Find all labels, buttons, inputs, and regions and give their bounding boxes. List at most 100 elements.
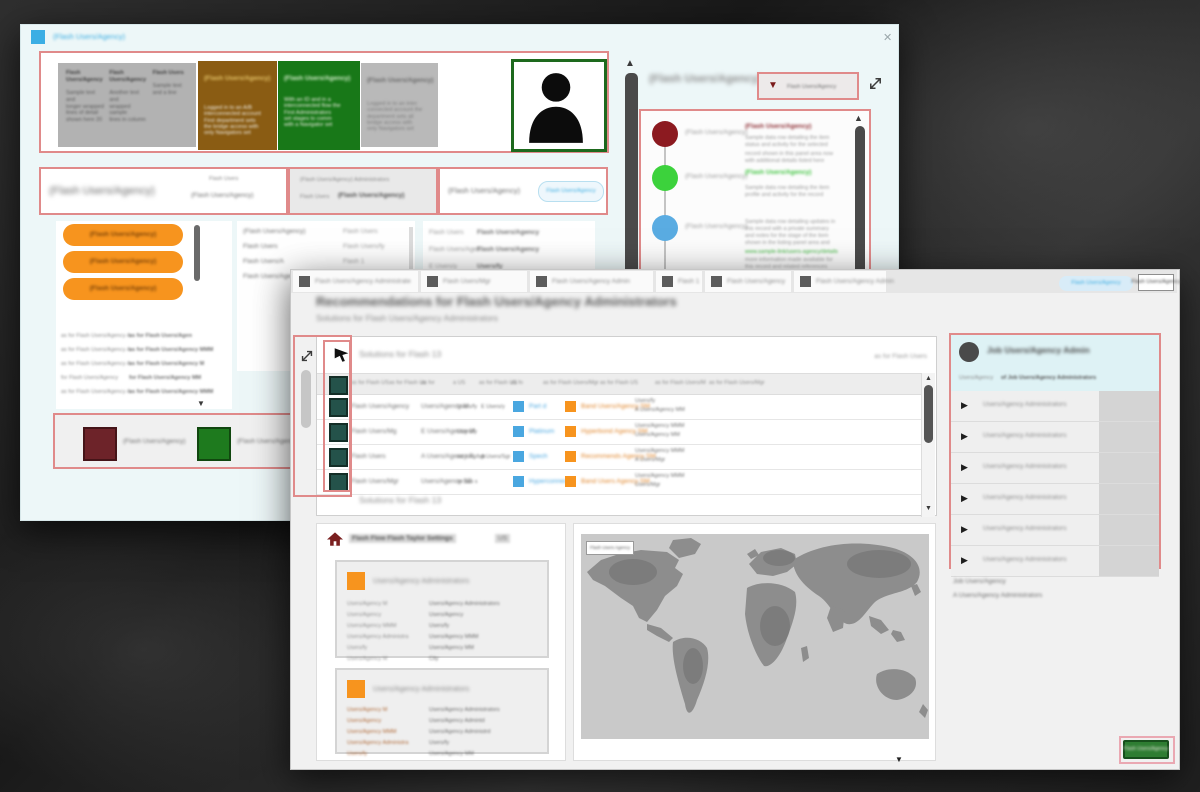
link-pill-button[interactable]: Flash Users/Agency bbox=[538, 181, 604, 202]
table-scroll-up-icon[interactable]: ▲ bbox=[925, 375, 932, 382]
subcard-rows: Users/Agency M Users/Agency Administrato… bbox=[337, 706, 547, 761]
orange-status-chip bbox=[565, 476, 576, 487]
filter-dropdown[interactable]: ▼ Flash Users/Agency bbox=[757, 72, 859, 100]
subcard-row: Users/Agency Users/Agency Admintd bbox=[337, 717, 547, 728]
header-blue-button[interactable]: Flash Users/Agency bbox=[1059, 276, 1133, 291]
avatar bbox=[511, 59, 607, 152]
subcard-title: Users/Agency Administrators bbox=[373, 577, 469, 586]
assignment-list: as for Flash Users/Agency A as for Flash… bbox=[61, 331, 231, 401]
expand-triangle-icon[interactable]: ▶ bbox=[961, 493, 968, 504]
person-icon bbox=[514, 62, 598, 143]
expand-icon[interactable] bbox=[299, 348, 315, 364]
expand-triangle-icon[interactable]: ▶ bbox=[961, 431, 968, 442]
tab[interactable]: Flash Users/Mgr bbox=[421, 271, 527, 292]
window-title: (Flash Users/Agency) bbox=[53, 33, 125, 42]
home-icon[interactable] bbox=[327, 532, 343, 547]
world-map[interactable] bbox=[581, 534, 929, 739]
map-label-box: Flash Users Agency bbox=[586, 541, 634, 555]
field-row: Flash Users Flash Users/Agency bbox=[429, 225, 594, 242]
scroll-up-icon[interactable]: ▲ bbox=[625, 59, 635, 69]
list-more-arrow-icon[interactable]: ▼ bbox=[197, 400, 205, 408]
expand-triangle-icon[interactable]: ▶ bbox=[961, 400, 968, 411]
table-scrollbar-track[interactable]: ▲ ▼ bbox=[921, 373, 935, 517]
tab[interactable]: Flash Users/Agency Admin bbox=[794, 271, 886, 292]
tab[interactable]: Flash 1 bbox=[656, 271, 702, 292]
form-section-name: (Flash Users/Agency) Flash Users (Flash … bbox=[39, 167, 288, 215]
blue-status-link[interactable]: Hyperconnect bbox=[529, 478, 569, 485]
map-card: Flash Users Agency bbox=[573, 523, 936, 761]
value-block bbox=[1099, 484, 1159, 514]
list-item: as for Flash Users/Agency A as for Flash… bbox=[61, 387, 231, 401]
confirm-green-button[interactable]: Flash Users/Agency bbox=[1123, 740, 1169, 759]
tab[interactable]: Flash Users/Agency Admin bbox=[530, 271, 653, 292]
expand-triangle-icon[interactable]: ▶ bbox=[961, 462, 968, 473]
sidebar-item[interactable]: ▶ Users/Agency Administrators bbox=[951, 422, 1159, 453]
close-button[interactable]: ✕ bbox=[883, 31, 892, 44]
blue-status-link[interactable]: Spech bbox=[529, 453, 547, 460]
hero-brown-card: (Flash Users/Agency) Logged in to an A/B… bbox=[198, 61, 277, 150]
tab[interactable]: Flash Users/Agency Administrate bbox=[293, 271, 418, 292]
hero-gray-card-2: (Flash Users/Agency) Logged in to an int… bbox=[361, 63, 438, 147]
table-title: Solutions for Flash 13 bbox=[359, 350, 441, 360]
page-scroll-down-icon[interactable]: ▼ bbox=[895, 756, 903, 764]
hero-gray-card: Flash Users/Agency Sample text and longe… bbox=[58, 63, 196, 147]
sidebar-note-2: A Users/Agency Administrators bbox=[953, 592, 1042, 599]
sidebar-items: ▶ Users/Agency Administrators ▶ Users/Ag… bbox=[951, 391, 1159, 577]
expand-triangle-icon[interactable]: ▶ bbox=[961, 524, 968, 535]
hero-gray-column: Flash Users/Agency Another text and wrap… bbox=[109, 70, 147, 147]
sidebar-item[interactable]: ▶ Users/Agency Administrators bbox=[951, 546, 1159, 577]
list-item: as for Flash Users/Agency A as for Flash… bbox=[61, 345, 231, 359]
home-card-title: Flash Flow Flash Taylor Settings bbox=[349, 534, 456, 543]
list-item: as for Flash Users/Agency A as for Flash… bbox=[61, 331, 231, 345]
column-header: as for Flash Users/Mgr bbox=[543, 380, 599, 386]
table-scrollbar-thumb[interactable] bbox=[924, 385, 933, 443]
expand-triangle-icon[interactable]: ▶ bbox=[961, 555, 968, 566]
table-row[interactable]: Flash Users A Users/Agency R we long/bgr… bbox=[317, 445, 921, 470]
blue-status-chip bbox=[513, 401, 524, 412]
history-heading: (Flash Users/Agency) bbox=[649, 73, 761, 86]
field-row: Flash Users/A Flash 1 bbox=[243, 255, 413, 270]
orange-pill-button[interactable]: (Flash Users/Agency) bbox=[63, 251, 183, 273]
dashboard-window: Flash Users/Agency Administrate Flash Us… bbox=[290, 269, 1180, 770]
tab[interactable]: Flash Users/Agency bbox=[705, 271, 791, 292]
table-row[interactable]: Flash Users/Mgr Users/Agency SB on two s… bbox=[317, 470, 921, 495]
blue-status-chip bbox=[513, 426, 524, 437]
sidebar-item[interactable]: ▶ Users/Agency Administrators bbox=[951, 453, 1159, 484]
blue-status-link[interactable]: Platinum bbox=[529, 428, 554, 435]
orange-status-chip bbox=[565, 401, 576, 412]
value-block bbox=[1099, 546, 1159, 576]
sidebar-item[interactable]: ▶ Users/Agency Administrators bbox=[951, 515, 1159, 546]
subcard-row: Users/fy Users/Agency MM bbox=[337, 644, 547, 655]
table-scroll-down-icon[interactable]: ▼ bbox=[925, 505, 932, 512]
admin-sidebar-panel: Job Users/Agency Admin Users/Agency of J… bbox=[949, 333, 1161, 569]
table-row[interactable]: Flash Users/Mg E Users/Agency M Users/fy… bbox=[317, 420, 921, 445]
left-scrollbar-thumb[interactable] bbox=[301, 370, 311, 428]
blue-status-chip bbox=[513, 451, 524, 462]
orange-square-icon bbox=[347, 572, 365, 590]
hero-gray-column: Flash Users Sample text and a line bbox=[153, 70, 191, 147]
value-block bbox=[1099, 515, 1159, 545]
home-subcard-2: Users/Agency Administrators Users/Agency… bbox=[335, 668, 549, 754]
subcard-row: Users/Agency M Users/Agency Administrato… bbox=[337, 600, 547, 611]
column-header: as for Flash US bbox=[600, 380, 638, 386]
orange-pill-button[interactable]: (Flash Users/Agency) bbox=[63, 278, 183, 300]
page-subtitle: Solutions for Flash Users/Agency Adminis… bbox=[316, 314, 498, 324]
timeline-link[interactable]: www.sample-link/users-agency/details bbox=[745, 249, 838, 255]
home-subcard-1: Users/Agency Administrators Users/Agency… bbox=[335, 560, 549, 658]
blue-status-link[interactable]: Part d bbox=[529, 403, 546, 410]
orange-status-chip bbox=[565, 426, 576, 437]
maroon-swatch bbox=[83, 427, 117, 461]
timeline-scroll-up-icon[interactable]: ▲ bbox=[854, 114, 863, 123]
sidebar-item[interactable]: ▶ Users/Agency Administrators bbox=[951, 391, 1159, 422]
dropdown-arrow-icon: ▼ bbox=[768, 81, 778, 91]
orange-pill-button[interactable]: (Flash Users/Agency) bbox=[63, 224, 183, 246]
table-row[interactable]: Flash Users/Agency Users/Agency M Users/… bbox=[317, 395, 921, 420]
home-summary-card: Flash Flow Flash Taylor Settings US User… bbox=[316, 523, 566, 761]
pill-list-scrollbar[interactable] bbox=[194, 225, 200, 281]
header-white-button[interactable]: Flash Users/Agency bbox=[1138, 274, 1174, 291]
column-header: as fo bbox=[511, 380, 523, 386]
sidebar-item[interactable]: ▶ Users/Agency Administrators bbox=[951, 484, 1159, 515]
table-title-right: as for Flash Users bbox=[832, 353, 927, 360]
expand-icon[interactable] bbox=[867, 75, 884, 92]
tab-icon bbox=[299, 276, 310, 287]
